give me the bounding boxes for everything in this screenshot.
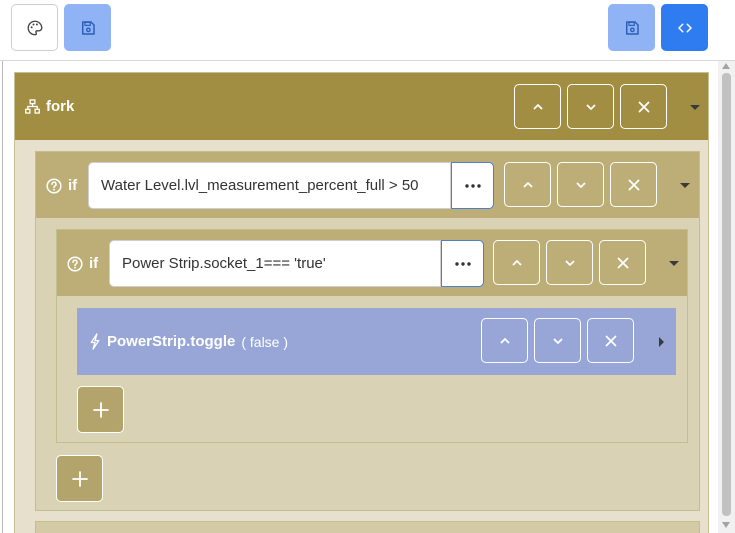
action-move-up-button[interactable] — [481, 318, 528, 363]
fork-block: fork if Water Level.lvl_measurement_perc… — [14, 72, 709, 533]
chevron-down-icon — [585, 103, 596, 110]
fork-move-up-button[interactable] — [514, 84, 561, 129]
bolt-icon — [90, 333, 100, 350]
chevron-down-icon — [552, 337, 563, 344]
close-icon — [628, 179, 639, 190]
if-inner-options-button[interactable] — [441, 240, 484, 287]
if-outer-add-button[interactable] — [56, 455, 103, 502]
fork-label: fork — [46, 98, 75, 115]
if-inner-add-button[interactable] — [77, 386, 124, 433]
fork-move-down-button[interactable] — [567, 84, 614, 129]
question-circle-icon — [67, 255, 83, 272]
toolbar — [0, 0, 735, 61]
chevron-up-icon — [522, 181, 533, 188]
scroll-down-arrow-icon[interactable] — [722, 522, 730, 528]
action-name: PowerStrip.toggle — [107, 333, 236, 350]
if-outer-move-up-button[interactable] — [504, 162, 551, 207]
theme-button[interactable] — [11, 4, 58, 51]
chevron-up-icon — [499, 337, 510, 344]
if-inner-block: if Power Strip.socket_1=== 'true' PowerS… — [56, 229, 688, 443]
if-inner-move-up-button[interactable] — [493, 240, 540, 285]
sitemap-icon — [25, 99, 40, 114]
if-inner-header: if Power Strip.socket_1=== 'true' — [57, 230, 687, 296]
action-delete-button[interactable] — [587, 318, 634, 363]
if-inner-label: if — [89, 255, 99, 272]
scroll-up-arrow-icon[interactable] — [722, 63, 730, 69]
close-icon — [638, 101, 649, 112]
if-inner-delete-button[interactable] — [599, 240, 646, 285]
chevron-down-icon — [564, 259, 575, 266]
if-outer-delete-button[interactable] — [610, 162, 657, 207]
ellipsis-icon — [454, 261, 471, 266]
if-outer-header: if Water Level.lvl_measurement_percent_f… — [36, 152, 699, 218]
save-button[interactable] — [64, 4, 111, 51]
fork-collapse-toggle[interactable] — [690, 105, 700, 110]
question-circle-icon — [46, 177, 62, 194]
next-block — [35, 521, 700, 533]
scroll-thumb[interactable] — [722, 73, 731, 516]
action-args: ( false ) — [241, 333, 289, 350]
if-outer-move-down-button[interactable] — [557, 162, 604, 207]
action-move-down-button[interactable] — [534, 318, 581, 363]
chevron-up-icon — [532, 103, 543, 110]
if-outer-condition-input[interactable]: Water Level.lvl_measurement_percent_full… — [88, 162, 451, 209]
plus-icon — [71, 470, 88, 487]
fork-delete-button[interactable] — [620, 84, 667, 129]
if-outer-options-button[interactable] — [451, 162, 494, 209]
fork-header: fork — [15, 73, 708, 140]
close-icon — [605, 335, 616, 346]
chevron-down-icon — [575, 181, 586, 188]
workspace: fork if Water Level.lvl_measurement_perc… — [2, 61, 719, 533]
ellipsis-icon — [464, 183, 481, 188]
save-icon — [625, 20, 639, 35]
action-block: PowerStrip.toggle ( false ) — [77, 308, 676, 375]
close-icon — [617, 257, 628, 268]
if-outer-block: if Water Level.lvl_measurement_percent_f… — [35, 151, 700, 511]
if-inner-move-down-button[interactable] — [546, 240, 593, 285]
if-inner-collapse-toggle[interactable] — [669, 261, 679, 266]
if-outer-label: if — [68, 177, 78, 194]
palette-icon — [27, 20, 42, 35]
save-all-button[interactable] — [608, 4, 655, 51]
chevron-up-icon — [511, 259, 522, 266]
plus-icon — [92, 401, 109, 418]
workspace-scrollbar[interactable] — [718, 61, 735, 533]
action-expand-toggle[interactable] — [659, 337, 664, 347]
code-icon — [677, 23, 692, 32]
code-view-button[interactable] — [661, 4, 708, 51]
save-icon — [81, 20, 95, 35]
if-outer-collapse-toggle[interactable] — [680, 183, 690, 188]
if-inner-condition-input[interactable]: Power Strip.socket_1=== 'true' — [109, 240, 441, 287]
